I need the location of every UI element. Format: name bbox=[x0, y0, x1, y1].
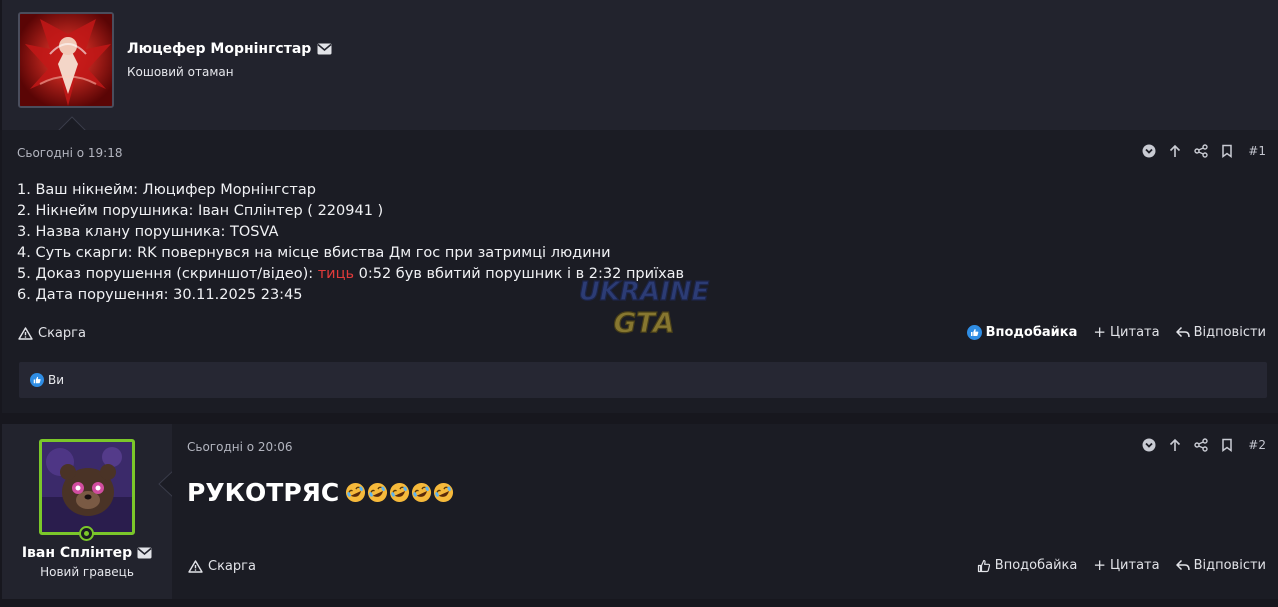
post-date[interactable]: Сьогодні о 19:18 bbox=[17, 146, 122, 160]
report-button[interactable]: Скарга bbox=[18, 326, 86, 341]
report-label: Скарга bbox=[208, 559, 256, 574]
post-tools: #1 bbox=[1130, 144, 1266, 158]
like-button[interactable]: Вподобайка bbox=[977, 558, 1078, 573]
bookmark-icon[interactable] bbox=[1220, 438, 1234, 452]
rofl-emoji-icon bbox=[390, 482, 410, 503]
report-button[interactable]: Скарга bbox=[188, 559, 256, 574]
share-icon[interactable] bbox=[1194, 438, 1208, 452]
post-2-body: Сьогодні о 20:06 #2 РУКОТРЯС Скарга Впод… bbox=[172, 424, 1278, 599]
avatar[interactable] bbox=[18, 12, 114, 108]
warning-icon bbox=[188, 560, 203, 573]
post-1-body: Сьогодні о 19:18 #1 1. Ваш нікнейм: Люци… bbox=[2, 130, 1278, 413]
thumbs-up-icon bbox=[977, 559, 990, 572]
plus-icon: + bbox=[1093, 556, 1106, 574]
content-line: 3. Назва клану порушника: TOSVA bbox=[17, 224, 279, 240]
author-title: Новий гравець bbox=[40, 565, 134, 579]
avatar-image bbox=[20, 14, 112, 106]
line-5-prefix: 5. Доказ порушення (скриншот/відео): bbox=[17, 266, 318, 282]
arrow-up-icon[interactable] bbox=[1168, 438, 1182, 452]
author-name[interactable]: Люцефер Морнінгстар bbox=[127, 41, 332, 57]
post-content: РУКОТРЯС bbox=[187, 478, 454, 507]
post-2-user-panel: Іван Сплінтер Новий гравець bbox=[2, 424, 172, 599]
quote-label: Цитата bbox=[1109, 558, 1160, 573]
reply-label: Відповісти bbox=[1193, 558, 1266, 573]
avatar-image bbox=[42, 442, 132, 532]
envelope-icon[interactable] bbox=[137, 547, 152, 559]
chevron-down-icon[interactable] bbox=[1142, 144, 1156, 158]
post-tools: #2 bbox=[1130, 438, 1266, 452]
online-status-indicator bbox=[79, 526, 94, 541]
post-number[interactable]: #2 bbox=[1248, 438, 1266, 452]
post-text: РУКОТРЯС bbox=[187, 478, 340, 507]
avatar[interactable] bbox=[39, 439, 135, 535]
post-1-author-header: Люцефер Морнінгстар Кошовий отаман bbox=[2, 0, 1278, 130]
rofl-emoji-icon bbox=[346, 482, 366, 503]
post-number[interactable]: #1 bbox=[1248, 144, 1266, 158]
watermark-bottom-text: GTA bbox=[613, 306, 674, 339]
bookmark-icon[interactable] bbox=[1220, 144, 1234, 158]
report-label: Скарга bbox=[38, 326, 86, 341]
emoji-group bbox=[345, 482, 454, 503]
like-filled-icon bbox=[966, 325, 982, 340]
author-name[interactable]: Іван Сплінтер bbox=[2, 545, 172, 561]
like-button[interactable]: Вподобайка bbox=[966, 325, 1078, 340]
like-label: Вподобайка bbox=[994, 558, 1078, 573]
rofl-emoji-icon bbox=[434, 482, 454, 503]
reactions-bar[interactable]: Ви bbox=[19, 362, 1267, 398]
reply-icon bbox=[1175, 559, 1190, 571]
chevron-down-icon[interactable] bbox=[1142, 438, 1156, 452]
post-actions: Вподобайка + Цитата Відповісти bbox=[961, 558, 1266, 573]
content-line: 2. Нікнейм порушника: Іван Сплінтер ( 22… bbox=[17, 203, 384, 219]
reply-icon bbox=[1175, 326, 1190, 338]
post-2: Іван Сплінтер Новий гравець Сьогодні о 2… bbox=[2, 424, 1278, 599]
reply-button[interactable]: Відповісти bbox=[1175, 325, 1266, 340]
envelope-icon[interactable] bbox=[317, 43, 332, 55]
author-title: Кошовий отаман bbox=[127, 65, 234, 79]
speech-notch bbox=[58, 116, 86, 131]
reply-button[interactable]: Відповісти bbox=[1175, 558, 1266, 573]
content-line: 4. Суть скарги: RK повернувся на місце в… bbox=[17, 245, 611, 261]
share-icon[interactable] bbox=[1194, 144, 1208, 158]
post-actions: Вподобайка + Цитата Відповісти bbox=[951, 325, 1266, 340]
like-filled-icon bbox=[30, 373, 44, 387]
quote-button[interactable]: + Цитата bbox=[1093, 323, 1160, 341]
quote-label: Цитата bbox=[1109, 325, 1160, 340]
author-name-link[interactable]: Іван Сплінтер bbox=[22, 545, 132, 561]
watermark-logo: UKRAINE GTA bbox=[578, 276, 710, 339]
reply-label: Відповісти bbox=[1193, 325, 1266, 340]
watermark-top-text: UKRAINE bbox=[579, 277, 710, 307]
post-date[interactable]: Сьогодні о 20:06 bbox=[187, 440, 292, 454]
rofl-emoji-icon bbox=[412, 482, 432, 503]
reactions-users[interactable]: Ви bbox=[48, 373, 64, 387]
author-name-link[interactable]: Люцефер Морнінгстар bbox=[127, 41, 311, 57]
content-line: 1. Ваш нікнейм: Люцифер Морнінгстар bbox=[17, 182, 316, 198]
arrow-up-icon[interactable] bbox=[1168, 144, 1182, 158]
evidence-link[interactable]: тиць bbox=[318, 266, 354, 282]
quote-button[interactable]: + Цитата bbox=[1093, 556, 1160, 574]
plus-icon: + bbox=[1093, 323, 1106, 341]
rofl-emoji-icon bbox=[368, 482, 388, 503]
warning-icon bbox=[18, 327, 33, 340]
like-label: Вподобайка bbox=[985, 325, 1078, 340]
post-1: Люцефер Морнінгстар Кошовий отаман Сього… bbox=[2, 0, 1278, 413]
